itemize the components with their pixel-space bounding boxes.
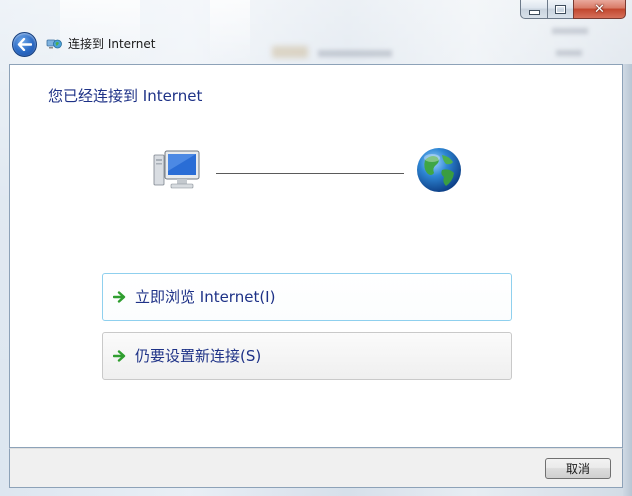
minimize-button[interactable]	[520, 0, 547, 19]
glass-reflection	[210, 0, 250, 64]
green-arrow-icon	[113, 290, 127, 304]
globe-icon	[417, 148, 461, 192]
setup-new-connection-link[interactable]: 仍要设置新连接(S)	[102, 332, 512, 380]
window-title: 连接到 Internet	[68, 37, 156, 51]
maximize-icon	[555, 4, 566, 14]
browse-internet-label: 立即浏览 Internet(I)	[135, 288, 276, 306]
status-heading: 您已经连接到 Internet	[48, 87, 203, 105]
back-arrow-icon	[17, 38, 32, 51]
maximize-button[interactable]	[547, 0, 573, 19]
network-connection-icon	[46, 39, 62, 49]
background-window-blur	[318, 50, 392, 57]
back-button[interactable]	[12, 32, 37, 57]
glass-reflection	[60, 0, 140, 64]
close-button[interactable]: ✕	[573, 0, 626, 19]
background-window-blur	[272, 46, 308, 58]
minimize-icon	[528, 9, 540, 15]
dialog-footer: 取消	[9, 448, 623, 488]
background-window-blur	[552, 28, 588, 34]
browse-internet-link[interactable]: 立即浏览 Internet(I)	[102, 273, 512, 321]
connection-line	[216, 173, 404, 174]
window-right-border	[623, 64, 632, 496]
cancel-button[interactable]: 取消	[545, 458, 611, 479]
caption-buttons: ✕	[520, 0, 626, 20]
computer-icon	[153, 150, 200, 189]
close-icon: ✕	[594, 1, 605, 17]
green-arrow-icon	[113, 349, 127, 363]
background-window-blur	[556, 50, 582, 56]
setup-new-connection-label: 仍要设置新连接(S)	[135, 347, 262, 365]
content-pane: 您已经连接到 Internet 立即浏览 Internet(I) 仍要设置新连接…	[9, 64, 623, 448]
